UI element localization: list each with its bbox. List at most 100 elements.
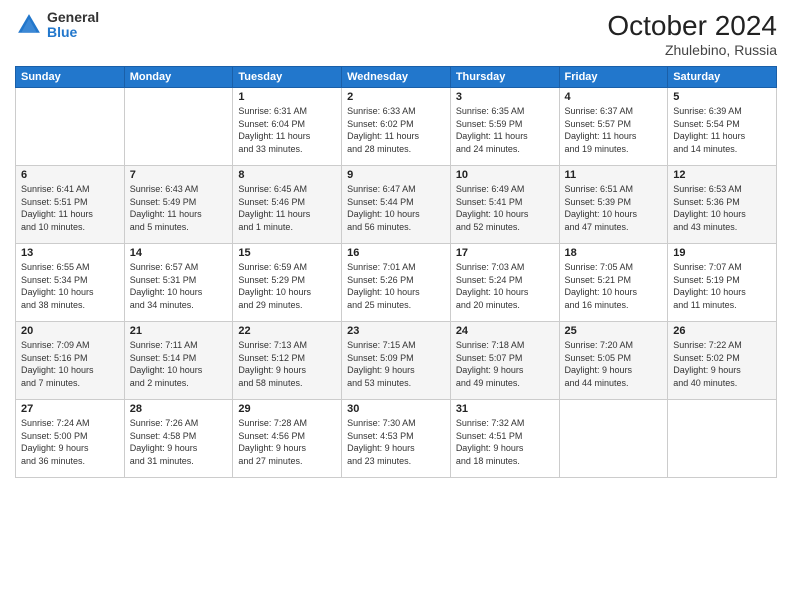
- calendar-cell: 25 Sunrise: 7:20 AM Sunset: 5:05 PM Dayli…: [559, 322, 668, 400]
- calendar-cell: 5Sunrise: 6:39 AM Sunset: 5:54 PM Daylig…: [668, 88, 777, 166]
- day-number: 11: [565, 169, 663, 181]
- day-number: 8: [238, 169, 336, 181]
- calendar-cell: 20 Sunrise: 7:09 AM Sunset: 5:16 PM Dayli…: [16, 322, 125, 400]
- calendar-cell: 30 Sunrise: 7:30 AM Sunset: 4:53 PM Dayli…: [342, 400, 451, 478]
- calendar-body: 1Sunrise: 6:31 AM Sunset: 6:04 PM Daylig…: [16, 88, 777, 478]
- day-number: 7: [130, 169, 228, 181]
- day-number: 26: [673, 325, 771, 337]
- month-title: October 2024: [607, 10, 777, 42]
- logo-general: General: [47, 10, 99, 25]
- day-info: Sunrise: 6:41 AM Sunset: 5:51 PM Dayligh…: [21, 183, 119, 233]
- calendar-cell: [16, 88, 125, 166]
- calendar-cell: 10 Sunrise: 6:49 AM Sunset: 5:41 PM Dayli…: [450, 166, 559, 244]
- logo-icon: [15, 11, 43, 39]
- calendar-header-cell: Sunday: [16, 67, 125, 88]
- calendar-cell: 3Sunrise: 6:35 AM Sunset: 5:59 PM Daylig…: [450, 88, 559, 166]
- day-info: Sunrise: 7:24 AM Sunset: 5:00 PM Dayligh…: [21, 417, 119, 467]
- day-info: Sunrise: 7:09 AM Sunset: 5:16 PM Dayligh…: [21, 339, 119, 389]
- calendar-cell: 15Sunrise: 6:59 AM Sunset: 5:29 PM Dayli…: [233, 244, 342, 322]
- logo-text: General Blue: [47, 10, 99, 41]
- day-number: 29: [238, 403, 336, 415]
- calendar-week-row: 20 Sunrise: 7:09 AM Sunset: 5:16 PM Dayli…: [16, 322, 777, 400]
- calendar-cell: 6 Sunrise: 6:41 AM Sunset: 5:51 PM Daylig…: [16, 166, 125, 244]
- calendar-week-row: 13 Sunrise: 6:55 AM Sunset: 5:34 PM Dayli…: [16, 244, 777, 322]
- day-info: Sunrise: 6:55 AM Sunset: 5:34 PM Dayligh…: [21, 261, 119, 311]
- day-number: 25: [565, 325, 663, 337]
- day-number: 31: [456, 403, 554, 415]
- day-number: 30: [347, 403, 445, 415]
- calendar-header-cell: Thursday: [450, 67, 559, 88]
- day-info: Sunrise: 7:07 AM Sunset: 5:19 PM Dayligh…: [673, 261, 771, 311]
- calendar-cell: 21 Sunrise: 7:11 AM Sunset: 5:14 PM Dayli…: [124, 322, 233, 400]
- title-block: October 2024 Zhulebino, Russia: [607, 10, 777, 58]
- day-number: 17: [456, 247, 554, 259]
- calendar-header-cell: Tuesday: [233, 67, 342, 88]
- day-info: Sunrise: 6:39 AM Sunset: 5:54 PM Dayligh…: [673, 105, 771, 155]
- calendar-cell: 27 Sunrise: 7:24 AM Sunset: 5:00 PM Dayli…: [16, 400, 125, 478]
- calendar-header-cell: Wednesday: [342, 67, 451, 88]
- calendar-cell: 18 Sunrise: 7:05 AM Sunset: 5:21 PM Dayli…: [559, 244, 668, 322]
- day-info: Sunrise: 6:57 AM Sunset: 5:31 PM Dayligh…: [130, 261, 228, 311]
- calendar-cell: 26Sunrise: 7:22 AM Sunset: 5:02 PM Dayli…: [668, 322, 777, 400]
- calendar-cell: 8 Sunrise: 6:45 AM Sunset: 5:46 PM Daylig…: [233, 166, 342, 244]
- day-number: 28: [130, 403, 228, 415]
- calendar-week-row: 6 Sunrise: 6:41 AM Sunset: 5:51 PM Daylig…: [16, 166, 777, 244]
- day-number: 21: [130, 325, 228, 337]
- day-info: Sunrise: 7:20 AM Sunset: 5:05 PM Dayligh…: [565, 339, 663, 389]
- day-number: 22: [238, 325, 336, 337]
- page: General Blue October 2024 Zhulebino, Rus…: [0, 0, 792, 612]
- logo: General Blue: [15, 10, 99, 41]
- day-info: Sunrise: 6:59 AM Sunset: 5:29 PM Dayligh…: [238, 261, 336, 311]
- calendar-cell: 23Sunrise: 7:15 AM Sunset: 5:09 PM Dayli…: [342, 322, 451, 400]
- day-info: Sunrise: 6:51 AM Sunset: 5:39 PM Dayligh…: [565, 183, 663, 233]
- day-info: Sunrise: 7:32 AM Sunset: 4:51 PM Dayligh…: [456, 417, 554, 467]
- day-number: 9: [347, 169, 445, 181]
- day-number: 19: [673, 247, 771, 259]
- day-info: Sunrise: 7:26 AM Sunset: 4:58 PM Dayligh…: [130, 417, 228, 467]
- day-info: Sunrise: 7:30 AM Sunset: 4:53 PM Dayligh…: [347, 417, 445, 467]
- day-info: Sunrise: 7:05 AM Sunset: 5:21 PM Dayligh…: [565, 261, 663, 311]
- calendar-cell: [668, 400, 777, 478]
- day-number: 2: [347, 91, 445, 103]
- day-info: Sunrise: 7:01 AM Sunset: 5:26 PM Dayligh…: [347, 261, 445, 311]
- day-number: 20: [21, 325, 119, 337]
- day-info: Sunrise: 7:11 AM Sunset: 5:14 PM Dayligh…: [130, 339, 228, 389]
- day-number: 16: [347, 247, 445, 259]
- calendar-cell: 14 Sunrise: 6:57 AM Sunset: 5:31 PM Dayli…: [124, 244, 233, 322]
- day-number: 6: [21, 169, 119, 181]
- day-number: 27: [21, 403, 119, 415]
- day-info: Sunrise: 7:13 AM Sunset: 5:12 PM Dayligh…: [238, 339, 336, 389]
- calendar-cell: 7 Sunrise: 6:43 AM Sunset: 5:49 PM Daylig…: [124, 166, 233, 244]
- calendar-cell: 12Sunrise: 6:53 AM Sunset: 5:36 PM Dayli…: [668, 166, 777, 244]
- calendar-header-cell: Friday: [559, 67, 668, 88]
- logo-blue: Blue: [47, 25, 99, 40]
- calendar-cell: 19 Sunrise: 7:07 AM Sunset: 5:19 PM Dayli…: [668, 244, 777, 322]
- day-number: 12: [673, 169, 771, 181]
- day-info: Sunrise: 7:28 AM Sunset: 4:56 PM Dayligh…: [238, 417, 336, 467]
- calendar-table: SundayMondayTuesdayWednesdayThursdayFrid…: [15, 66, 777, 478]
- calendar-cell: 22 Sunrise: 7:13 AM Sunset: 5:12 PM Dayli…: [233, 322, 342, 400]
- day-info: Sunrise: 6:47 AM Sunset: 5:44 PM Dayligh…: [347, 183, 445, 233]
- calendar-cell: 9 Sunrise: 6:47 AM Sunset: 5:44 PM Daylig…: [342, 166, 451, 244]
- calendar-week-row: 1Sunrise: 6:31 AM Sunset: 6:04 PM Daylig…: [16, 88, 777, 166]
- day-info: Sunrise: 6:33 AM Sunset: 6:02 PM Dayligh…: [347, 105, 445, 155]
- day-info: Sunrise: 7:18 AM Sunset: 5:07 PM Dayligh…: [456, 339, 554, 389]
- calendar-cell: 29 Sunrise: 7:28 AM Sunset: 4:56 PM Dayli…: [233, 400, 342, 478]
- calendar-cell: 16 Sunrise: 7:01 AM Sunset: 5:26 PM Dayli…: [342, 244, 451, 322]
- day-info: Sunrise: 6:37 AM Sunset: 5:57 PM Dayligh…: [565, 105, 663, 155]
- day-info: Sunrise: 6:49 AM Sunset: 5:41 PM Dayligh…: [456, 183, 554, 233]
- day-info: Sunrise: 6:35 AM Sunset: 5:59 PM Dayligh…: [456, 105, 554, 155]
- day-number: 13: [21, 247, 119, 259]
- day-number: 10: [456, 169, 554, 181]
- calendar-header-cell: Saturday: [668, 67, 777, 88]
- day-number: 14: [130, 247, 228, 259]
- calendar-cell: 4Sunrise: 6:37 AM Sunset: 5:57 PM Daylig…: [559, 88, 668, 166]
- calendar-header-row: SundayMondayTuesdayWednesdayThursdayFrid…: [16, 67, 777, 88]
- day-number: 18: [565, 247, 663, 259]
- day-number: 1: [238, 91, 336, 103]
- day-info: Sunrise: 6:45 AM Sunset: 5:46 PM Dayligh…: [238, 183, 336, 233]
- calendar-cell: 17Sunrise: 7:03 AM Sunset: 5:24 PM Dayli…: [450, 244, 559, 322]
- day-info: Sunrise: 6:43 AM Sunset: 5:49 PM Dayligh…: [130, 183, 228, 233]
- day-number: 24: [456, 325, 554, 337]
- calendar-cell: 13 Sunrise: 6:55 AM Sunset: 5:34 PM Dayli…: [16, 244, 125, 322]
